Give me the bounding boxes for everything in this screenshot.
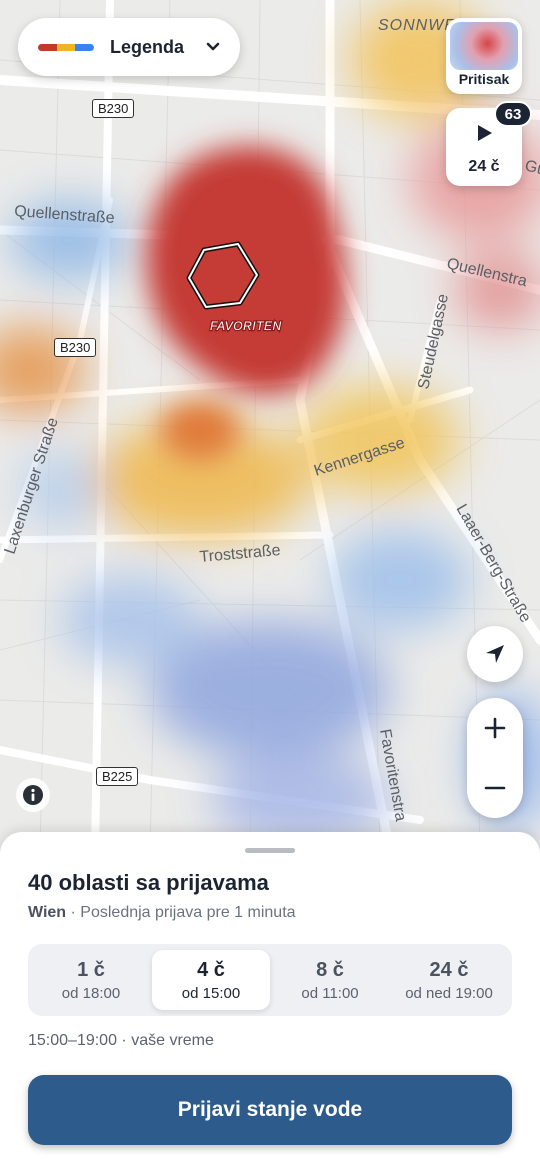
segment-value: 8 č	[316, 959, 344, 981]
legend-swatch	[38, 43, 94, 51]
time-range-1h[interactable]: 1 č od 18:00	[32, 950, 150, 1010]
sheet-title: 40 oblasti sa prijavama	[28, 870, 269, 895]
segment-value: 24 č	[429, 959, 469, 981]
road-shield: B230	[54, 338, 97, 357]
legend-label: Legenda	[110, 36, 185, 57]
play-icon	[478, 125, 492, 141]
plus-icon	[484, 717, 506, 739]
city-name: Wien	[28, 904, 67, 921]
bottom-sheet: 40 oblasti sa prijavama Wien · Poslednja…	[0, 832, 540, 1169]
segment-value: 1 č	[77, 959, 105, 981]
district-label: FAVORITEN	[210, 319, 282, 333]
segment-value: 4 č	[197, 959, 225, 981]
road-shield: B225	[96, 767, 139, 786]
info-icon	[23, 785, 43, 805]
time-range-selector: 1 č od 18:00 4 č od 15:00 8 č od 11:00 2…	[28, 944, 512, 1016]
sheet-subtitle: Wien · Poslednja prijava pre 1 minuta	[28, 904, 296, 922]
locate-me-button[interactable]	[467, 626, 523, 682]
road-shield: B230	[92, 99, 135, 118]
segment-sub: od ned 19:00	[405, 985, 493, 1002]
map-view[interactable]: SONNWENI Quellenstraße Quellenstra FAVOR…	[0, 0, 540, 850]
time-range-4h[interactable]: 4 č od 15:00	[152, 950, 270, 1010]
pressure-layer-button[interactable]: Pritisak	[446, 18, 522, 94]
last-report-text: · Poslednja prijava pre 1 minuta	[66, 904, 296, 921]
sheet-grabber[interactable]	[245, 848, 295, 853]
segment-sub: od 18:00	[61, 985, 121, 1002]
time-range-8h[interactable]: 8 č od 11:00	[271, 950, 389, 1010]
playback-label: 24 č	[468, 158, 500, 175]
zoom-controls	[467, 698, 523, 818]
report-water-button[interactable]: Prijavi stanje vode	[28, 1075, 512, 1145]
pressure-label: Pritisak	[458, 71, 510, 87]
segment-sub: od 11:00	[301, 985, 359, 1002]
pressure-thumbnail	[450, 22, 518, 70]
legend-button[interactable]: Legenda	[18, 18, 240, 76]
time-window-note: 15:00–19:00 · vaše vreme	[28, 1032, 214, 1049]
zoom-in-button[interactable]	[467, 698, 523, 758]
minus-icon	[484, 786, 506, 790]
segment-sub: od 15:00	[181, 985, 241, 1002]
street-label: Troststraße	[199, 542, 281, 566]
time-range-24h[interactable]: 24 č od ned 19:00	[390, 950, 508, 1010]
map-info-button[interactable]	[16, 778, 50, 812]
navigation-arrow-icon	[486, 645, 504, 663]
count-badge: 63	[494, 101, 532, 127]
street-label: Steudelgasse	[415, 292, 452, 390]
chevron-down-icon	[206, 42, 220, 51]
zoom-out-button[interactable]	[467, 758, 523, 818]
